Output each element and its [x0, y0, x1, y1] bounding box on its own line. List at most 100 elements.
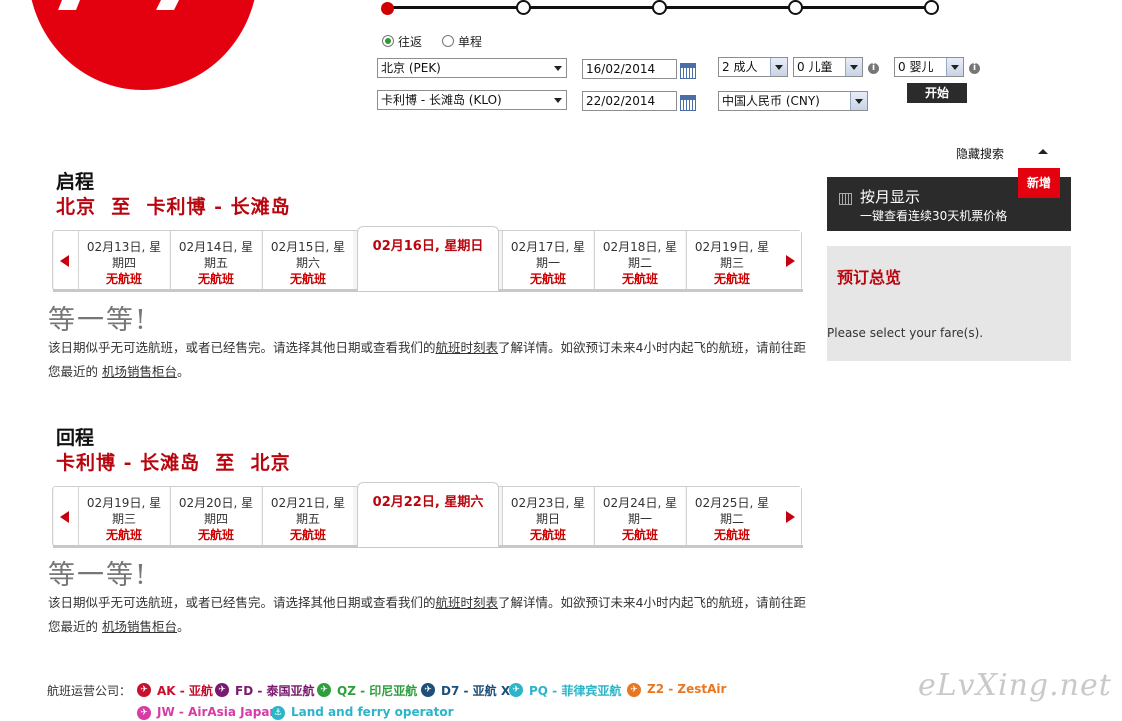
oneway-trip-radio[interactable] [442, 35, 454, 47]
airline-plane-icon: ✈ [215, 683, 229, 697]
prev-dates-arrow-icon[interactable] [54, 487, 78, 546]
date-cell-status: 无航班 [529, 272, 566, 286]
date-cell-date: 02月19日, 星期三 [694, 240, 770, 270]
next-dates-arrow-icon[interactable] [777, 487, 801, 546]
date-cell-status: 无航班 [713, 272, 750, 286]
airline-name[interactable]: QZ - 印尼亚航 [337, 682, 417, 699]
date-carousel-bar: 02月13日, 星期四 无航班 02月14日, 星期五 无航班 02月15日, 星期六无… [52, 226, 803, 292]
children-select[interactable]: 0 儿童 [793, 57, 863, 77]
return-message: 该日期似乎无可选航班，或者已经售完。请选择其他日期或查看我们的航班时刻表了解详情… [48, 591, 808, 639]
date-cell-date: 02月19日, 星期三 [86, 496, 162, 526]
watermark: eLvXing.net [918, 668, 1112, 703]
oneway-trip-label: 单程 [458, 35, 483, 49]
depart-date-input[interactable]: 16/02/2014 [582, 59, 677, 79]
airasia-logo[interactable] [28, 0, 258, 90]
infants-value: 0 婴儿 [898, 60, 934, 74]
outbound-wait-title: 等一等! [48, 305, 148, 336]
date-cell-status: 无航班 [621, 528, 658, 542]
chevron-down-icon [845, 58, 862, 76]
date-cell[interactable]: 02月15日, 星期六 无航班 [262, 231, 353, 290]
booking-summary-text: Please select your fare(s). [827, 326, 984, 340]
origin-select[interactable]: 北京 (PEK) [377, 58, 567, 78]
booking-summary-title: 预订总览 [837, 268, 902, 287]
date-cell[interactable]: 02月24日, 星期一无航班 [594, 487, 685, 546]
airport-counter-link[interactable]: 机场销售柜台 [102, 619, 177, 634]
selected-date-tab[interactable]: 02月16日, 星期日 [357, 226, 499, 291]
outbound-route: 北京 至 卡利博 - 长滩岛 [56, 196, 291, 218]
origin-value: 北京 (PEK) [381, 61, 441, 75]
airline-name[interactable]: PQ - 菲律宾亚航 [529, 682, 621, 699]
progress-step [788, 0, 803, 15]
date-cell[interactable]: 02月21日, 星期五 无航班 [262, 487, 353, 546]
flight-schedule-link[interactable]: 航班时刻表 [436, 340, 499, 355]
date-cell-date: 02月14日, 星期五 [178, 240, 254, 270]
airport-counter-link[interactable]: 机场销售柜台 [102, 364, 177, 379]
airline-name[interactable]: FD - 泰国亚航 [235, 682, 315, 699]
destination-select[interactable]: 卡利博 - 长滩岛 (KLO) [377, 90, 567, 110]
chevron-down-icon [550, 91, 566, 109]
search-go-button[interactable]: 开始 [907, 83, 967, 103]
progress-step [516, 0, 531, 15]
progress-step [652, 0, 667, 15]
currency-select[interactable]: 中国人民币 (CNY) [718, 91, 868, 111]
selected-date-tab[interactable]: 02月22日, 星期六 [357, 482, 499, 547]
date-cell-status: 无航班 [621, 272, 658, 286]
new-badge: 新增 [1018, 168, 1060, 198]
date-cell[interactable]: 02月14日, 星期五 无航班 [170, 231, 261, 290]
date-cell-date: 02月21日, 星期五 [270, 496, 346, 526]
outbound-label: 启程 [56, 171, 95, 193]
airline-name[interactable]: JW - AirAsia Japan [157, 705, 278, 719]
airline-name[interactable]: AK - 亚航 [157, 682, 213, 699]
currency-value: 中国人民币 (CNY) [722, 94, 820, 108]
airline-name[interactable]: Z2 - ZestAir [647, 682, 726, 696]
infants-select[interactable]: 0 婴儿 [894, 57, 964, 77]
airline-plane-icon: ✈ [137, 706, 151, 720]
prev-dates-arrow-icon[interactable] [54, 231, 78, 290]
airline-name[interactable]: D7 - 亚航 X [441, 682, 510, 699]
flight-schedule-link[interactable]: 航班时刻表 [436, 595, 499, 610]
monthly-view-title: 按月显示 [860, 188, 921, 206]
progress-step [381, 2, 394, 15]
date-cell-date: 02月24日, 星期一 [602, 496, 678, 526]
return-msg-prefix: 该日期似乎无可选航班，或者已经售完。请选择其他日期或查看我们的 [48, 595, 436, 610]
return-date-input[interactable]: 22/02/2014 [582, 91, 677, 111]
date-cell[interactable]: 02月23日, 星期日 无航班 [502, 487, 593, 546]
return-trip-radio[interactable] [382, 35, 394, 47]
date-cell-status: 无航班 [289, 272, 326, 286]
return-trip-label: 往返 [398, 35, 423, 49]
calendar-icon[interactable] [680, 95, 696, 111]
adults-select[interactable]: 2 成人 [718, 57, 788, 77]
date-cell-date: 02月25日, 星期二 [694, 496, 770, 526]
airline-plane-icon: ✈ [627, 683, 641, 697]
return-label: 回程 [56, 427, 95, 449]
airline-plane-icon: ✈ [317, 683, 331, 697]
hide-search-link[interactable]: 隐藏搜索 [956, 145, 1004, 162]
outbound-msg-prefix: 该日期似乎无可选航班，或者已经售完。请选择其他日期或查看我们的 [48, 340, 436, 355]
date-cell[interactable]: 02月20日, 星期四 无航班 [170, 487, 261, 546]
outbound-message: 该日期似乎无可选航班，或者已经售完。请选择其他日期或查看我们的航班时刻表了解详情… [48, 336, 808, 384]
collapse-up-icon[interactable] [1038, 149, 1048, 154]
date-cell-date: 02月13日, 星期四 [86, 240, 162, 270]
date-cell[interactable]: 02月19日, 星期三 无航班 [78, 487, 169, 546]
children-value: 0 儿童 [797, 60, 833, 74]
calendar-icon[interactable] [680, 63, 696, 79]
info-icon[interactable]: i [969, 63, 980, 74]
date-cell[interactable]: 02月17日, 星期一 无航班 [502, 231, 593, 290]
ferry-icon: ⚓ [271, 706, 285, 720]
date-cell-date: 02月18日, 星期二 [602, 240, 678, 270]
return-msg-end: 。 [177, 619, 190, 634]
date-carousel-bar: 02月19日, 星期三 无航班 02月20日, 星期四 无航班 02月21日, 星期五无… [52, 482, 803, 548]
date-cell[interactable]: 02月13日, 星期四 无航班 [78, 231, 169, 290]
logo-mark-icon [58, 0, 179, 10]
info-icon[interactable]: i [868, 63, 879, 74]
date-cell[interactable]: 02月25日, 星期二 无航班 [686, 487, 777, 546]
date-cell[interactable]: 02月19日, 星期三无航班 [686, 231, 777, 290]
airline-name[interactable]: Land and ferry operator [291, 705, 454, 719]
date-cell-date: 02月23日, 星期日 [510, 496, 586, 526]
airline-plane-icon: ✈ [137, 683, 151, 697]
next-dates-arrow-icon[interactable] [777, 231, 801, 290]
calendar-icon [839, 193, 852, 205]
date-cell[interactable]: 02月18日, 星期二无航班 [594, 231, 685, 290]
chevron-down-icon [946, 58, 963, 76]
chevron-down-icon [770, 58, 787, 76]
